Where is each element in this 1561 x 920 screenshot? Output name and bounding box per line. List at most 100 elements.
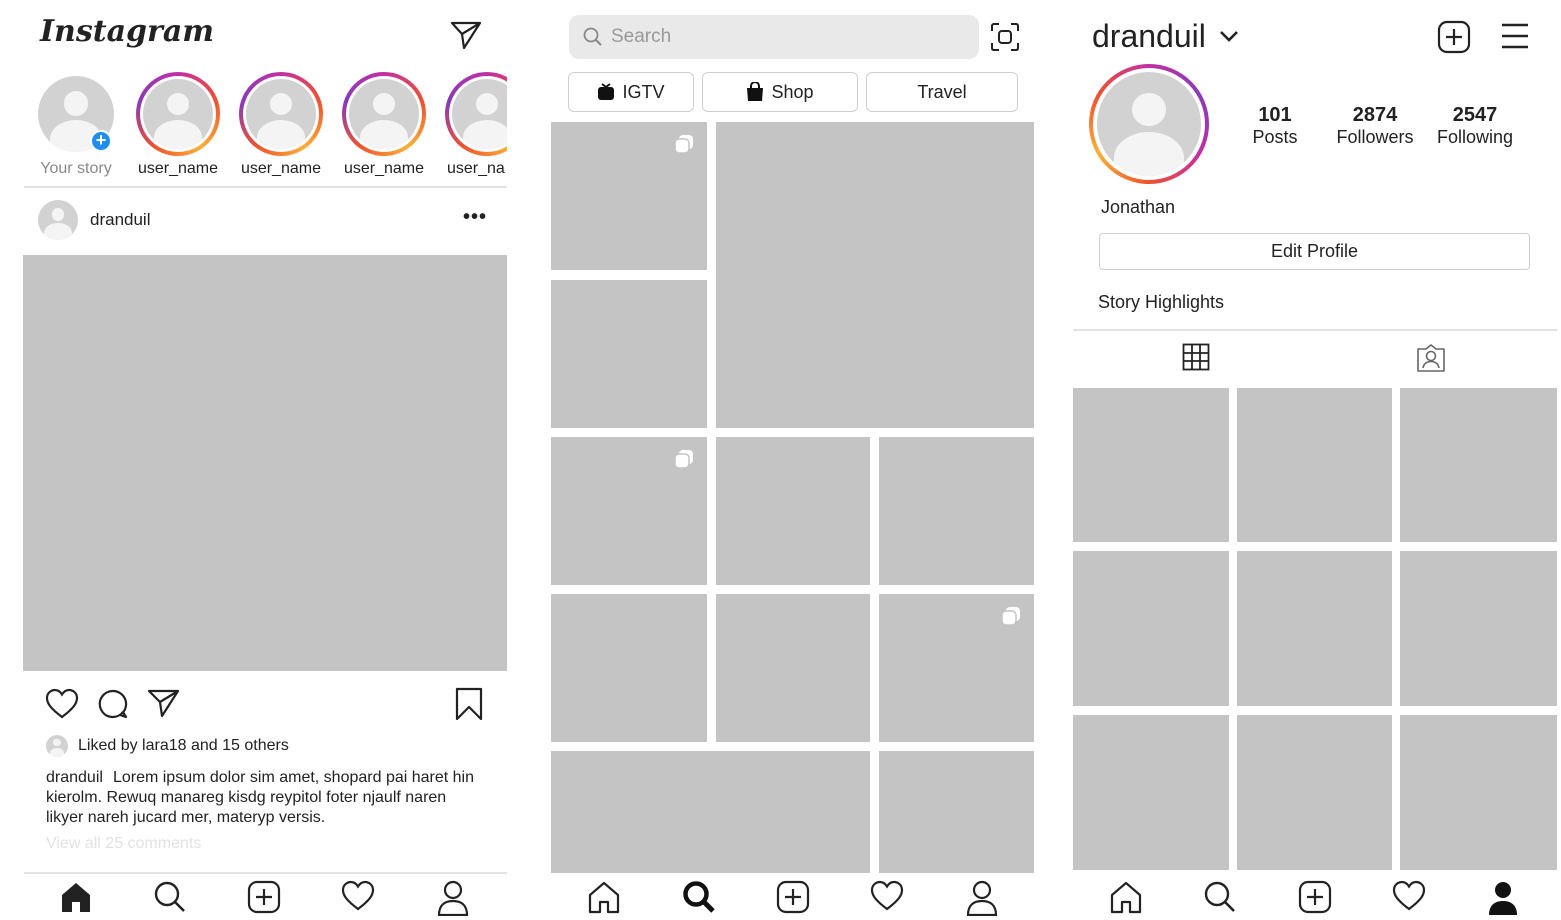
- story-item[interactable]: user_na: [441, 72, 507, 182]
- multiple-photos-icon: [1000, 605, 1022, 627]
- instagram-logo: Instagram: [40, 14, 214, 49]
- avatar: [246, 79, 316, 149]
- share-icon[interactable]: [147, 688, 181, 718]
- profile-name: Jonathan: [1101, 197, 1176, 217]
- stat-followers[interactable]: 2874 Followers: [1332, 104, 1418, 148]
- add-content-icon[interactable]: [1437, 20, 1471, 54]
- stat-value: 2874: [1352, 104, 1398, 126]
- profile-icon[interactable]: [436, 880, 470, 916]
- avatar: [452, 79, 507, 149]
- avatar: [349, 79, 419, 149]
- activity-heart-icon[interactable]: [1392, 880, 1426, 912]
- profile-post-tile[interactable]: [1400, 551, 1557, 706]
- story-item[interactable]: user_name: [132, 72, 224, 178]
- likes-line: Liked by lara18 and 15 others: [78, 737, 289, 755]
- home-icon[interactable]: [59, 880, 93, 914]
- stat-label: Followers: [1336, 127, 1414, 147]
- profile-post-tile[interactable]: [1073, 551, 1229, 706]
- search-icon[interactable]: [682, 880, 716, 914]
- liked-prefix: Liked by: [78, 737, 138, 754]
- story-label: Your story: [40, 160, 112, 177]
- explore-tile[interactable]: [879, 751, 1034, 873]
- story-label: user_name: [137, 160, 219, 177]
- stat-value: 2547: [1452, 104, 1498, 126]
- activity-heart-icon[interactable]: [870, 880, 904, 912]
- chevron-down-icon[interactable]: [1218, 28, 1240, 44]
- explore-tile[interactable]: [716, 594, 870, 742]
- profile-post-tile[interactable]: [1400, 715, 1557, 870]
- search-icon[interactable]: [153, 880, 187, 914]
- search-icon[interactable]: [1203, 880, 1237, 914]
- stat-label: Posts: [1252, 127, 1298, 147]
- explore-tile[interactable]: [551, 751, 870, 873]
- explore-tile[interactable]: [879, 437, 1034, 585]
- divider: [24, 872, 507, 874]
- chip-label: Travel: [917, 81, 967, 102]
- bookmark-icon[interactable]: [454, 687, 484, 721]
- liked-and: and: [190, 737, 218, 754]
- tagged-tab-icon[interactable]: [1416, 343, 1446, 373]
- search-placeholder: Search: [611, 26, 672, 47]
- stat-following[interactable]: 2547 Following: [1432, 104, 1518, 148]
- profile-post-tile[interactable]: [1237, 715, 1392, 870]
- more-options-icon[interactable]: •••: [463, 206, 487, 229]
- activity-heart-icon[interactable]: [341, 880, 375, 912]
- search-input[interactable]: Search: [569, 15, 979, 59]
- add-post-icon[interactable]: [776, 880, 810, 914]
- liked-user-link[interactable]: lara18: [142, 737, 186, 754]
- post-image[interactable]: [23, 255, 507, 671]
- search-icon: [583, 27, 603, 47]
- story-label: user_name: [240, 160, 322, 177]
- avatar: [143, 79, 213, 149]
- explore-tile[interactable]: [551, 594, 707, 742]
- story-own[interactable]: + Your story: [30, 72, 122, 178]
- scan-icon[interactable]: [990, 22, 1020, 52]
- profile-avatar[interactable]: [1089, 64, 1209, 184]
- explore-tile[interactable]: [716, 122, 1034, 428]
- story-item[interactable]: user_name: [338, 72, 430, 178]
- chip-shop[interactable]: Shop: [702, 72, 858, 112]
- comment-icon[interactable]: [96, 688, 130, 720]
- igtv-icon: [598, 83, 615, 100]
- edit-profile-button[interactable]: Edit Profile: [1099, 233, 1530, 270]
- profile-icon[interactable]: [1486, 880, 1520, 916]
- caption-username[interactable]: dranduil: [46, 769, 103, 786]
- view-comments-link[interactable]: View all 25 comments: [46, 835, 201, 853]
- stat-label: Following: [1436, 127, 1514, 147]
- divider: [24, 186, 507, 188]
- profile-post-tile[interactable]: [1073, 388, 1229, 542]
- profile-post-tile[interactable]: [1237, 388, 1392, 542]
- menu-icon[interactable]: [1500, 22, 1530, 50]
- add-story-icon[interactable]: +: [90, 130, 112, 152]
- explore-tile[interactable]: [551, 280, 707, 428]
- post-avatar[interactable]: [38, 200, 78, 240]
- story-label: user_na: [447, 160, 505, 177]
- heart-icon[interactable]: [45, 688, 79, 720]
- liked-others-link[interactable]: 15 others: [222, 737, 289, 754]
- chip-label: IGTV: [622, 81, 665, 102]
- profile-post-tile[interactable]: [1400, 388, 1557, 542]
- profile-icon[interactable]: [965, 880, 999, 916]
- profile-post-tile[interactable]: [1237, 551, 1392, 706]
- profile-post-tile[interactable]: [1073, 715, 1229, 870]
- grid-tab-icon[interactable]: [1182, 343, 1210, 371]
- add-post-icon[interactable]: [1298, 880, 1332, 914]
- chip-travel[interactable]: Travel: [866, 72, 1018, 112]
- stat-posts[interactable]: 101 Posts: [1246, 104, 1304, 148]
- chip-igtv[interactable]: IGTV: [568, 72, 694, 112]
- divider: [1073, 329, 1557, 331]
- chip-label: Shop: [771, 81, 814, 102]
- add-post-icon[interactable]: [247, 880, 281, 914]
- profile-username[interactable]: dranduil: [1092, 18, 1206, 55]
- shop-bag-icon: [747, 82, 764, 101]
- home-icon[interactable]: [587, 880, 621, 914]
- direct-message-icon[interactable]: [450, 20, 482, 50]
- story-highlights-label: Story Highlights: [1098, 292, 1225, 312]
- story-item[interactable]: user_name: [235, 72, 327, 178]
- post-username[interactable]: dranduil: [90, 210, 151, 230]
- post-caption: dranduil Lorem ipsum dolor sim amet, shop…: [46, 768, 486, 828]
- home-icon[interactable]: [1109, 880, 1143, 914]
- explore-screen: Search IGTV Shop Travel: [530, 0, 1060, 920]
- explore-tile[interactable]: [716, 437, 870, 585]
- caption-text: Lorem ipsum dolor sim amet, shopard pai …: [46, 769, 474, 826]
